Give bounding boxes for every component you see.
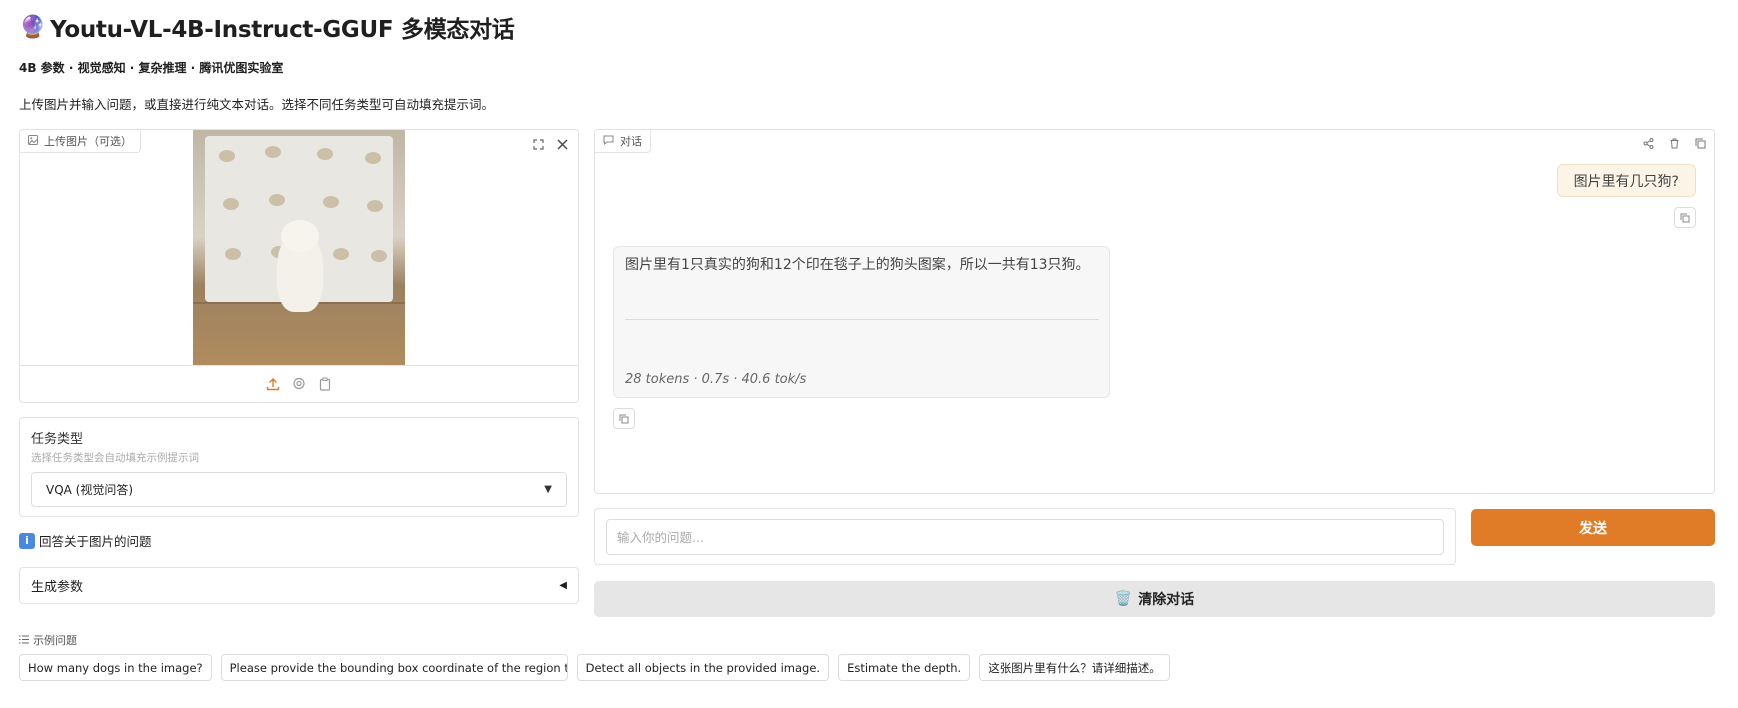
chat-bubble-icon: [603, 135, 614, 148]
chat-label-tag: 对话: [595, 130, 651, 153]
clear-chat-label: 清除对话: [1138, 592, 1195, 608]
image-icon: [28, 134, 38, 148]
task-hint: i 回答关于图片的问题: [19, 531, 152, 550]
share-icon[interactable]: [1638, 133, 1658, 153]
copy-icon[interactable]: [613, 408, 635, 429]
task-type-selected: VQA (视觉问答): [46, 483, 134, 497]
upload-label: 上传图片（可选）: [44, 135, 132, 148]
webcam-icon[interactable]: [292, 377, 306, 391]
upload-source-bar: [20, 365, 578, 402]
clipboard-icon[interactable]: [318, 377, 332, 391]
app-root: 🔮 Youtu-VL-4B-Instruct-GGUF 多模态对话 4B 参数 …: [0, 0, 1738, 708]
example-chip[interactable]: How many dogs in the image?: [19, 654, 212, 681]
example-chip[interactable]: Please provide the bounding box coordina…: [220, 654, 568, 681]
examples-label-text: 示例问题: [33, 634, 77, 647]
info-icon: i: [19, 532, 35, 549]
examples-label: 示例问题: [19, 632, 77, 648]
page-title: 🔮 Youtu-VL-4B-Instruct-GGUF 多模态对话: [19, 10, 515, 44]
clear-chat-button[interactable]: 🗑️ 清除对话: [594, 581, 1715, 617]
assistant-message: 图片里有1只真实的狗和12个印在毯子上的狗头图案，所以一共有13只狗。 28 t…: [613, 246, 1110, 398]
generation-params-accordion[interactable]: 生成参数 ◀: [19, 567, 579, 604]
user-message: 图片里有几只狗?: [1556, 164, 1696, 197]
fullscreen-icon[interactable]: [528, 134, 548, 154]
chat-panel: 对话 图片里有几只狗? 图片里有1只真实的狗和12个印在毯子上的狗头图案，所以一…: [594, 129, 1715, 494]
list-icon: [19, 634, 29, 647]
task-type-panel: 任务类型 选择任务类型会自动填充示例提示词 VQA (视觉问答) ▼: [19, 417, 579, 517]
example-chip[interactable]: Detect all objects in the provided image…: [576, 654, 830, 681]
question-input[interactable]: [606, 519, 1444, 555]
assistant-message-text: 图片里有1只真实的狗和12个印在毯子上的狗头图案，所以一共有13只狗。: [625, 257, 1090, 273]
example-chip[interactable]: Estimate the depth.: [838, 654, 971, 681]
dropdown-caret-icon: ▼: [544, 484, 552, 495]
assistant-message-stats: 28 tokens · 0.7s · 40.6 tok/s: [625, 372, 807, 387]
message-divider: [625, 319, 1099, 320]
page-description: 上传图片并输入问题，或直接进行纯文本对话。选择不同任务类型可自动填充提示词。: [19, 97, 495, 112]
task-type-label: 任务类型: [31, 432, 84, 447]
task-hint-text: 回答关于图片的问题: [39, 534, 152, 549]
copy-all-icon[interactable]: [1690, 133, 1710, 153]
copy-icon[interactable]: [1674, 207, 1696, 228]
upload-icon[interactable]: [266, 377, 280, 391]
generation-params-label: 生成参数: [31, 580, 84, 595]
question-input-panel: [594, 508, 1456, 565]
page-title-text: Youtu-VL-4B-Instruct-GGUF 多模态对话: [50, 17, 515, 43]
example-chip[interactable]: 这张图片里有什么？请详细描述。: [979, 654, 1170, 681]
upload-label-tag: 上传图片（可选）: [20, 130, 141, 153]
task-type-info: 选择任务类型会自动填充示例提示词: [31, 452, 199, 464]
crystal-ball-icon: 🔮: [19, 14, 47, 40]
task-type-dropdown[interactable]: VQA (视觉问答) ▼: [31, 472, 567, 507]
send-button[interactable]: 发送: [1471, 509, 1715, 546]
trash-icon[interactable]: [1664, 133, 1684, 153]
wastebasket-icon: 🗑️: [1114, 591, 1133, 607]
examples-list: How many dogs in the image? Please provi…: [19, 654, 1170, 681]
uploaded-image: [193, 130, 405, 366]
chat-label: 对话: [620, 135, 642, 148]
collapse-triangle-icon: ◀: [559, 580, 567, 591]
image-upload-panel[interactable]: 上传图片（可选）: [19, 129, 579, 403]
close-icon[interactable]: [552, 134, 572, 154]
page-subtitle: 4B 参数 · 视觉感知 · 复杂推理 · 腾讯优图实验室: [19, 61, 284, 75]
